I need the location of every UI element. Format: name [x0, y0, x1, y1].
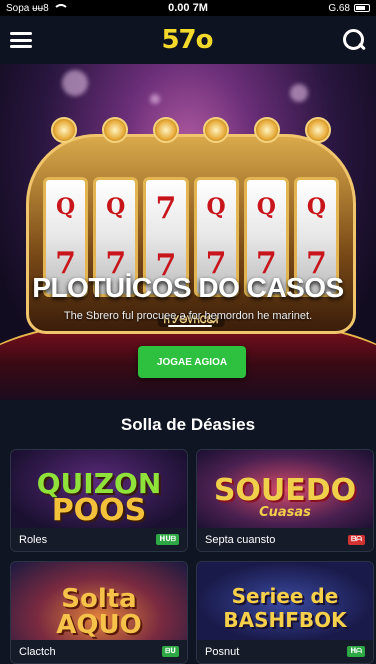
- game-art-subtitle: POOS: [51, 493, 147, 528]
- hero-subtitle: The Sbrero ful procuee ǝ for hemordon he…: [63, 310, 313, 322]
- game-art-title: Seriee de: [231, 584, 339, 608]
- status-bar: Sopa ᵾᵾ8 0.00 7M G.68: [0, 0, 376, 16]
- play-now-button[interactable]: JOGAE AGIOA: [138, 346, 246, 378]
- game-name: Clactch: [19, 645, 56, 658]
- reel-symbol: Q: [256, 193, 276, 220]
- game-art-subtitle: AQUO: [56, 610, 142, 640]
- hamburger-menu-icon[interactable]: [10, 32, 32, 48]
- app-header: 57o: [0, 16, 376, 64]
- game-art-subtitle: BASHFBOK: [223, 608, 347, 632]
- light-glow: [62, 70, 88, 96]
- game-name: Septa cuansto: [205, 533, 276, 546]
- clock: 0.00 7M: [168, 2, 208, 14]
- section-title: Solla de Déasies: [120, 415, 256, 434]
- game-badge: ᕼᑌᗷ: [156, 534, 179, 545]
- reel-symbol: Q: [306, 193, 327, 220]
- hero-banner: Q7Q777Q7Q7Q7 Ꮒ ᎩᎾᏙᏂᏣᏋᏗ PLOTUİCOS DO CASO…: [0, 64, 376, 400]
- game-art-title: SOUEDO: [213, 473, 357, 508]
- game-art-subtitle: Cuasas: [259, 505, 311, 520]
- game-name: Roles: [19, 533, 48, 546]
- reel-symbol: Q: [106, 193, 126, 220]
- light-glow: [290, 84, 308, 102]
- game-thumbnail: SOUEDO Cuasas: [197, 450, 373, 530]
- game-card[interactable]: QUIZON POOS Roles ᕼᑌᗷ: [10, 449, 188, 552]
- game-badge: ᕼᗩ: [347, 646, 365, 657]
- reel-symbol: 7: [155, 190, 177, 226]
- game-card[interactable]: SOUEDO Cuasas Septa cuansto ᗷᗩ: [196, 449, 374, 552]
- site-logo[interactable]: 57o: [161, 25, 213, 55]
- hero-title: PLOTUİCOS DO CASOS: [32, 272, 344, 303]
- light-glow: [150, 94, 160, 104]
- wifi-icon: [52, 3, 69, 13]
- game-name: Posnut: [205, 645, 240, 658]
- reel-symbol: Q: [56, 193, 76, 220]
- slot-machine-image: Q7Q777Q7Q7Q7 Ꮒ ᎩᎾᏙᏂᏣᏋᏗ: [26, 117, 356, 334]
- game-card[interactable]: Seriee de BASHFBOK Posnut ᕼᗩ: [196, 561, 374, 664]
- battery-text: G.68: [328, 2, 350, 14]
- machine-lights: [39, 117, 343, 143]
- carrier-label: Sopa ᵾᵾ8: [6, 2, 49, 14]
- game-badge: ᗷᗩ: [348, 534, 365, 545]
- game-badge: ᗷᑌ: [162, 646, 179, 657]
- search-icon[interactable]: [342, 28, 366, 52]
- game-art-title: Solta: [61, 584, 137, 614]
- game-thumbnail: Solta AQUO: [11, 562, 187, 642]
- reel-symbol: Q: [206, 193, 226, 220]
- game-thumbnail: Seriee de BASHFBOK: [197, 562, 373, 642]
- game-card[interactable]: Solta AQUO Clactch ᗷᑌ: [10, 561, 188, 664]
- hero-divider: [168, 325, 212, 327]
- game-thumbnail: QUIZON POOS: [11, 450, 187, 530]
- battery-icon: [354, 4, 370, 12]
